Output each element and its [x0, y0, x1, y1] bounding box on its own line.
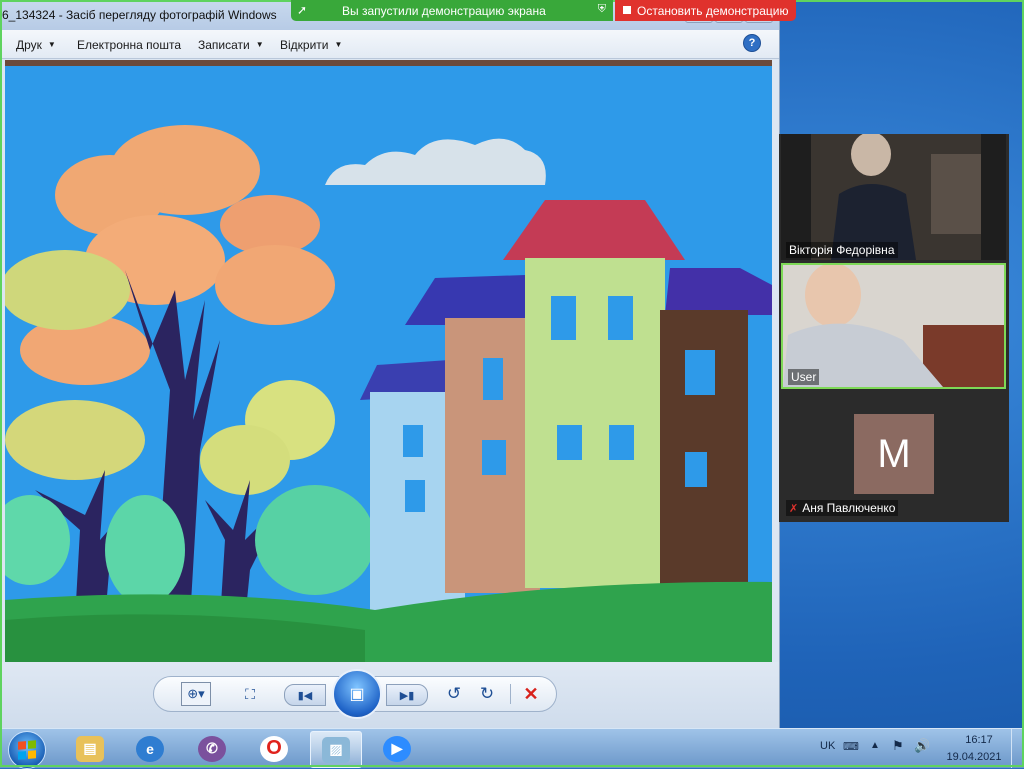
- menu-print-label: Друк: [16, 38, 42, 52]
- language-indicator[interactable]: UK: [820, 740, 835, 752]
- previous-icon[interactable]: ▮◀: [284, 684, 326, 706]
- slideshow-icon[interactable]: ▣: [332, 669, 382, 719]
- show-desktop-button[interactable]: [1011, 729, 1024, 768]
- chevron-down-icon: ▼: [255, 40, 264, 49]
- chevron-down-icon: ▼: [334, 40, 343, 49]
- avatar: M: [854, 414, 934, 494]
- share-message: Вы запустили демонстрацию экрана: [342, 4, 546, 18]
- stop-share-label: Остановить демонстрацию: [637, 4, 789, 18]
- stop-icon: [623, 6, 631, 14]
- shield-icon: ⛨: [597, 3, 606, 15]
- stop-share-button[interactable]: Остановить демонстрацию: [615, 0, 796, 21]
- clock-date[interactable]: 19.04.2021: [942, 751, 1006, 763]
- participant-tile[interactable]: M ✗ Аня Павлюченко: [781, 392, 1006, 518]
- window-title: 6_134324 - Засіб перегляду фотографій Wi…: [2, 8, 277, 22]
- share-status[interactable]: ➚ Вы запустили демонстрацию экрана ⛨: [291, 0, 613, 21]
- rotate-left-icon[interactable]: ↺: [444, 684, 464, 704]
- viber-icon: ✆: [198, 735, 226, 762]
- photo-image: [5, 60, 772, 662]
- participant-name-row: ✗ Аня Павлюченко: [786, 500, 899, 516]
- browser-icon: e: [136, 735, 164, 762]
- show-hidden-icons-icon[interactable]: ▲: [870, 740, 880, 751]
- taskbar-zoom[interactable]: ▶: [372, 731, 422, 766]
- action-center-flag-icon[interactable]: ⚑: [892, 738, 904, 754]
- menu-burn[interactable]: Записати ▼: [198, 38, 264, 52]
- participant-tile-active[interactable]: User: [781, 263, 1006, 389]
- taskbar-browser[interactable]: e: [125, 731, 175, 766]
- paper-collage-illustration: [5, 60, 772, 662]
- menu-print[interactable]: Друк ▼: [16, 38, 56, 52]
- photo-viewer-window: 6_134324 - Засіб перегляду фотографій Wi…: [0, 0, 780, 728]
- volume-icon[interactable]: 🔊: [914, 738, 930, 754]
- delete-icon[interactable]: ✕: [521, 684, 541, 704]
- control-bar: ⊕▾ ⛶ ▮◀ ▣ ▶▮ ↺ ↻ ✕: [153, 669, 557, 719]
- participant-name: Аня Павлюченко: [802, 501, 896, 515]
- mic-muted-icon: ✗: [789, 503, 799, 515]
- taskbar-photo-viewer[interactable]: ▨: [310, 731, 362, 768]
- zoom-icon[interactable]: ⊕▾: [181, 682, 211, 706]
- keyboard-icon[interactable]: ⌨: [843, 740, 859, 753]
- rotate-right-icon[interactable]: ↻: [477, 684, 497, 704]
- help-icon[interactable]: ?: [743, 34, 761, 52]
- photo-viewer-icon: ▨: [322, 736, 350, 763]
- participant-name: Вікторія Федорівна: [786, 242, 898, 258]
- opera-icon: O: [260, 735, 288, 762]
- windows-logo-icon: [18, 740, 36, 760]
- menu-burn-label: Записати: [198, 38, 250, 52]
- screen-share-banner: ➚ Вы запустили демонстрацию экрана ⛨ Ост…: [291, 0, 796, 22]
- folder-icon: ▤: [76, 735, 104, 762]
- chevron-down-icon: ▼: [47, 40, 56, 49]
- taskbar-explorer[interactable]: ▤: [65, 731, 115, 766]
- participants-gallery: Вікторія Федорівна User M ✗ Аня Павлюченк…: [779, 134, 1009, 522]
- divider: [510, 684, 511, 704]
- clock-time[interactable]: 16:17: [958, 734, 1000, 746]
- zoom-app-icon: ▶: [383, 735, 411, 762]
- system-tray: UK ⌨ ▲ ⚑ 🔊 16:17 19.04.2021: [794, 729, 1024, 768]
- menu-email[interactable]: Електронна пошта: [77, 38, 181, 52]
- menu-open-label: Відкрити: [280, 38, 329, 52]
- participant-name: User: [788, 369, 820, 385]
- start-button[interactable]: [8, 731, 46, 769]
- menu-open[interactable]: Відкрити ▼: [280, 38, 342, 52]
- participant-tile[interactable]: Вікторія Федорівна: [781, 134, 1006, 260]
- viewer-controls: ⊕▾ ⛶ ▮◀ ▣ ▶▮ ↺ ↻ ✕: [0, 662, 779, 728]
- menu-email-label: Електронна пошта: [77, 38, 182, 52]
- fit-window-icon[interactable]: ⛶: [240, 684, 260, 704]
- taskbar: ▤ e ✆ O ▨ ▶ UK ⌨ ▲ ⚑ 🔊 16:17 19.04.2021: [0, 728, 1024, 769]
- next-icon[interactable]: ▶▮: [386, 684, 428, 706]
- taskbar-opera[interactable]: O: [249, 731, 299, 766]
- taskbar-viber[interactable]: ✆: [187, 731, 237, 766]
- menu-bar: Друк ▼ Електронна пошта Записати ▼ Відкрит…: [0, 30, 779, 59]
- share-arrow-icon: ➚: [297, 3, 308, 17]
